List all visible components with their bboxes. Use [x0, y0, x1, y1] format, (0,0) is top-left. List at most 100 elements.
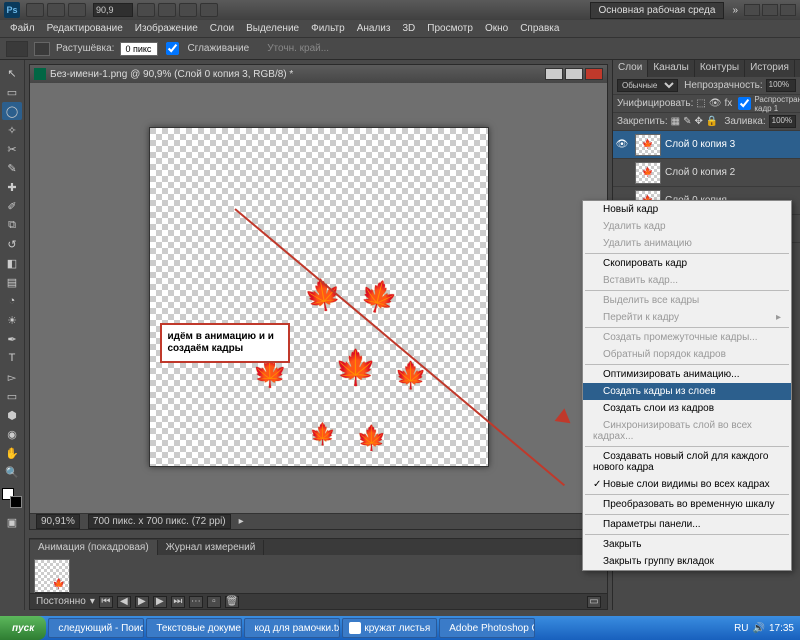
tab-history[interactable]: История: [745, 60, 795, 77]
tab-measurement-log[interactable]: Журнал измерений: [158, 540, 265, 555]
layer-row[interactable]: Слой 0 копия 2: [613, 159, 800, 187]
canvas[interactable]: 🍁 🍁 🍁 🍁 🍁 🍁 🍁 идём в анимацию и и создаё…: [149, 127, 489, 467]
wand-tool-icon[interactable]: ✧: [2, 121, 22, 139]
lock-pos-icon[interactable]: ✥: [695, 116, 703, 127]
screen-mode-icon[interactable]: [68, 3, 86, 17]
delete-frame-icon[interactable]: 🗑: [225, 596, 239, 608]
marquee-tool-icon[interactable]: ▭: [2, 83, 22, 101]
clock[interactable]: 17:35: [769, 623, 794, 634]
tween-icon[interactable]: ⋯: [189, 596, 203, 608]
taskbar-item[interactable]: Текстовые документы: [146, 618, 242, 638]
menu-item[interactable]: Параметры панели...: [583, 516, 791, 533]
tab-animation[interactable]: Анимация (покадровая): [30, 540, 158, 555]
feather-input[interactable]: 0 пикс: [120, 42, 158, 56]
blend-mode-select[interactable]: Обычные: [617, 79, 678, 92]
menu-edit[interactable]: Редактирование: [41, 21, 129, 36]
tab-channels[interactable]: Каналы: [648, 60, 695, 77]
rotate-icon[interactable]: [179, 3, 197, 17]
lock-pixel-icon[interactable]: ✎: [683, 116, 691, 127]
unify-style-icon[interactable]: fx: [725, 98, 733, 109]
3d-cam-tool-icon[interactable]: ◉: [2, 425, 22, 443]
menu-3d[interactable]: 3D: [396, 21, 421, 36]
tray-icon[interactable]: 🔊: [753, 623, 765, 634]
timeline-mode-icon[interactable]: ▭: [587, 596, 601, 608]
menu-item[interactable]: Преобразовать во временную шкалу: [583, 496, 791, 513]
heal-tool-icon[interactable]: ✚: [2, 178, 22, 196]
dodge-tool-icon[interactable]: ☀: [2, 311, 22, 329]
move-tool-icon[interactable]: ↖: [2, 64, 22, 82]
tool-preset-icon[interactable]: [6, 41, 28, 57]
brush-tool-icon[interactable]: ✐: [2, 197, 22, 215]
window-min-icon[interactable]: [744, 4, 760, 16]
next-frame-icon[interactable]: ▶: [153, 596, 167, 608]
opacity-input[interactable]: 100%: [766, 79, 796, 92]
window-close-icon[interactable]: [780, 4, 796, 16]
type-tool-icon[interactable]: T: [2, 349, 22, 367]
window-max-icon[interactable]: [762, 4, 778, 16]
menu-view[interactable]: Просмотр: [421, 21, 479, 36]
tab-actions[interactable]: Операции: [795, 60, 800, 77]
menu-item[interactable]: Создать кадры из слоев: [583, 383, 791, 400]
layer-row[interactable]: 👁Слой 0 копия 3: [613, 131, 800, 159]
fg-bg-swatch[interactable]: [2, 488, 22, 508]
menu-layers[interactable]: Слои: [204, 21, 240, 36]
tab-layers[interactable]: Слои: [613, 60, 648, 77]
minibridge-icon[interactable]: [47, 3, 65, 17]
stamp-tool-icon[interactable]: ⧉: [2, 216, 22, 234]
status-chevron-icon[interactable]: ▸: [239, 516, 244, 527]
fill-input[interactable]: 100%: [769, 115, 796, 128]
menu-item[interactable]: Новый кадр: [583, 201, 791, 218]
last-frame-icon[interactable]: ⏭: [171, 596, 185, 608]
doc-max-icon[interactable]: [565, 68, 583, 80]
menu-item[interactable]: ✓Новые слои видимы во всех кадрах: [583, 476, 791, 493]
visibility-icon[interactable]: 👁: [613, 139, 631, 150]
menu-item[interactable]: Создавать новый слой для каждого нового …: [583, 448, 791, 476]
eyedropper-tool-icon[interactable]: ✎: [2, 159, 22, 177]
menu-item[interactable]: Закрыть группу вкладок: [583, 553, 791, 570]
first-frame-icon[interactable]: ⏮: [99, 596, 113, 608]
eraser-tool-icon[interactable]: ◧: [2, 254, 22, 272]
zoom-field[interactable]: [93, 3, 133, 17]
taskbar-item[interactable]: кружат листья: [342, 618, 437, 638]
propagate-checkbox[interactable]: [738, 97, 751, 110]
lang-indicator[interactable]: RU: [734, 623, 748, 634]
taskbar-item[interactable]: следующий - Поис...: [48, 618, 144, 638]
hand-icon[interactable]: [137, 3, 155, 17]
quickmask-icon[interactable]: ▣: [2, 513, 22, 531]
system-tray[interactable]: RU 🔊 17:35: [728, 623, 800, 634]
bridge-icon[interactable]: [26, 3, 44, 17]
zoom-tool-icon[interactable]: 🔍: [2, 463, 22, 481]
shape-tool-icon[interactable]: ▭: [2, 387, 22, 405]
menu-help[interactable]: Справка: [514, 21, 565, 36]
document-titlebar[interactable]: Без-имени-1.png @ 90,9% (Слой 0 копия 3,…: [30, 65, 607, 83]
menu-image[interactable]: Изображение: [129, 21, 204, 36]
menu-item[interactable]: Скопировать кадр: [583, 255, 791, 272]
refine-edge-button[interactable]: Уточн. край...: [267, 43, 329, 54]
blur-tool-icon[interactable]: ◔: [2, 292, 22, 310]
pen-tool-icon[interactable]: ✒: [2, 330, 22, 348]
path-tool-icon[interactable]: ▻: [2, 368, 22, 386]
status-zoom[interactable]: 90,91%: [36, 514, 80, 529]
lock-trans-icon[interactable]: ▦: [671, 116, 680, 127]
loop-select[interactable]: Постоянно: [36, 596, 86, 607]
gradient-tool-icon[interactable]: ▤: [2, 273, 22, 291]
taskbar-item[interactable]: код для рамочки.txt...: [244, 618, 340, 638]
lasso-mode-icon[interactable]: [34, 42, 50, 56]
lock-all-icon[interactable]: 🔒: [706, 116, 718, 127]
menu-item[interactable]: Закрыть: [583, 536, 791, 553]
tab-paths[interactable]: Контуры: [695, 60, 745, 77]
lasso-tool-icon[interactable]: ◯: [2, 102, 22, 120]
antialias-checkbox[interactable]: [166, 42, 179, 55]
zoom-icon[interactable]: [158, 3, 176, 17]
status-info[interactable]: 700 пикс. x 700 пикс. (72 ppi): [88, 514, 231, 529]
menu-filter[interactable]: Фильтр: [305, 21, 351, 36]
menu-item[interactable]: Оптимизировать анимацию...: [583, 366, 791, 383]
workspace-overflow-icon[interactable]: »: [728, 5, 742, 16]
canvas-viewport[interactable]: 🍁 🍁 🍁 🍁 🍁 🍁 🍁 идём в анимацию и и создаё…: [44, 83, 593, 511]
arrange-icon[interactable]: [200, 3, 218, 17]
new-frame-icon[interactable]: ▫: [207, 596, 221, 608]
unify-pos-icon[interactable]: ⬚: [696, 98, 705, 109]
menu-file[interactable]: Файл: [4, 21, 41, 36]
prev-frame-icon[interactable]: ◀: [117, 596, 131, 608]
menu-window[interactable]: Окно: [479, 21, 514, 36]
